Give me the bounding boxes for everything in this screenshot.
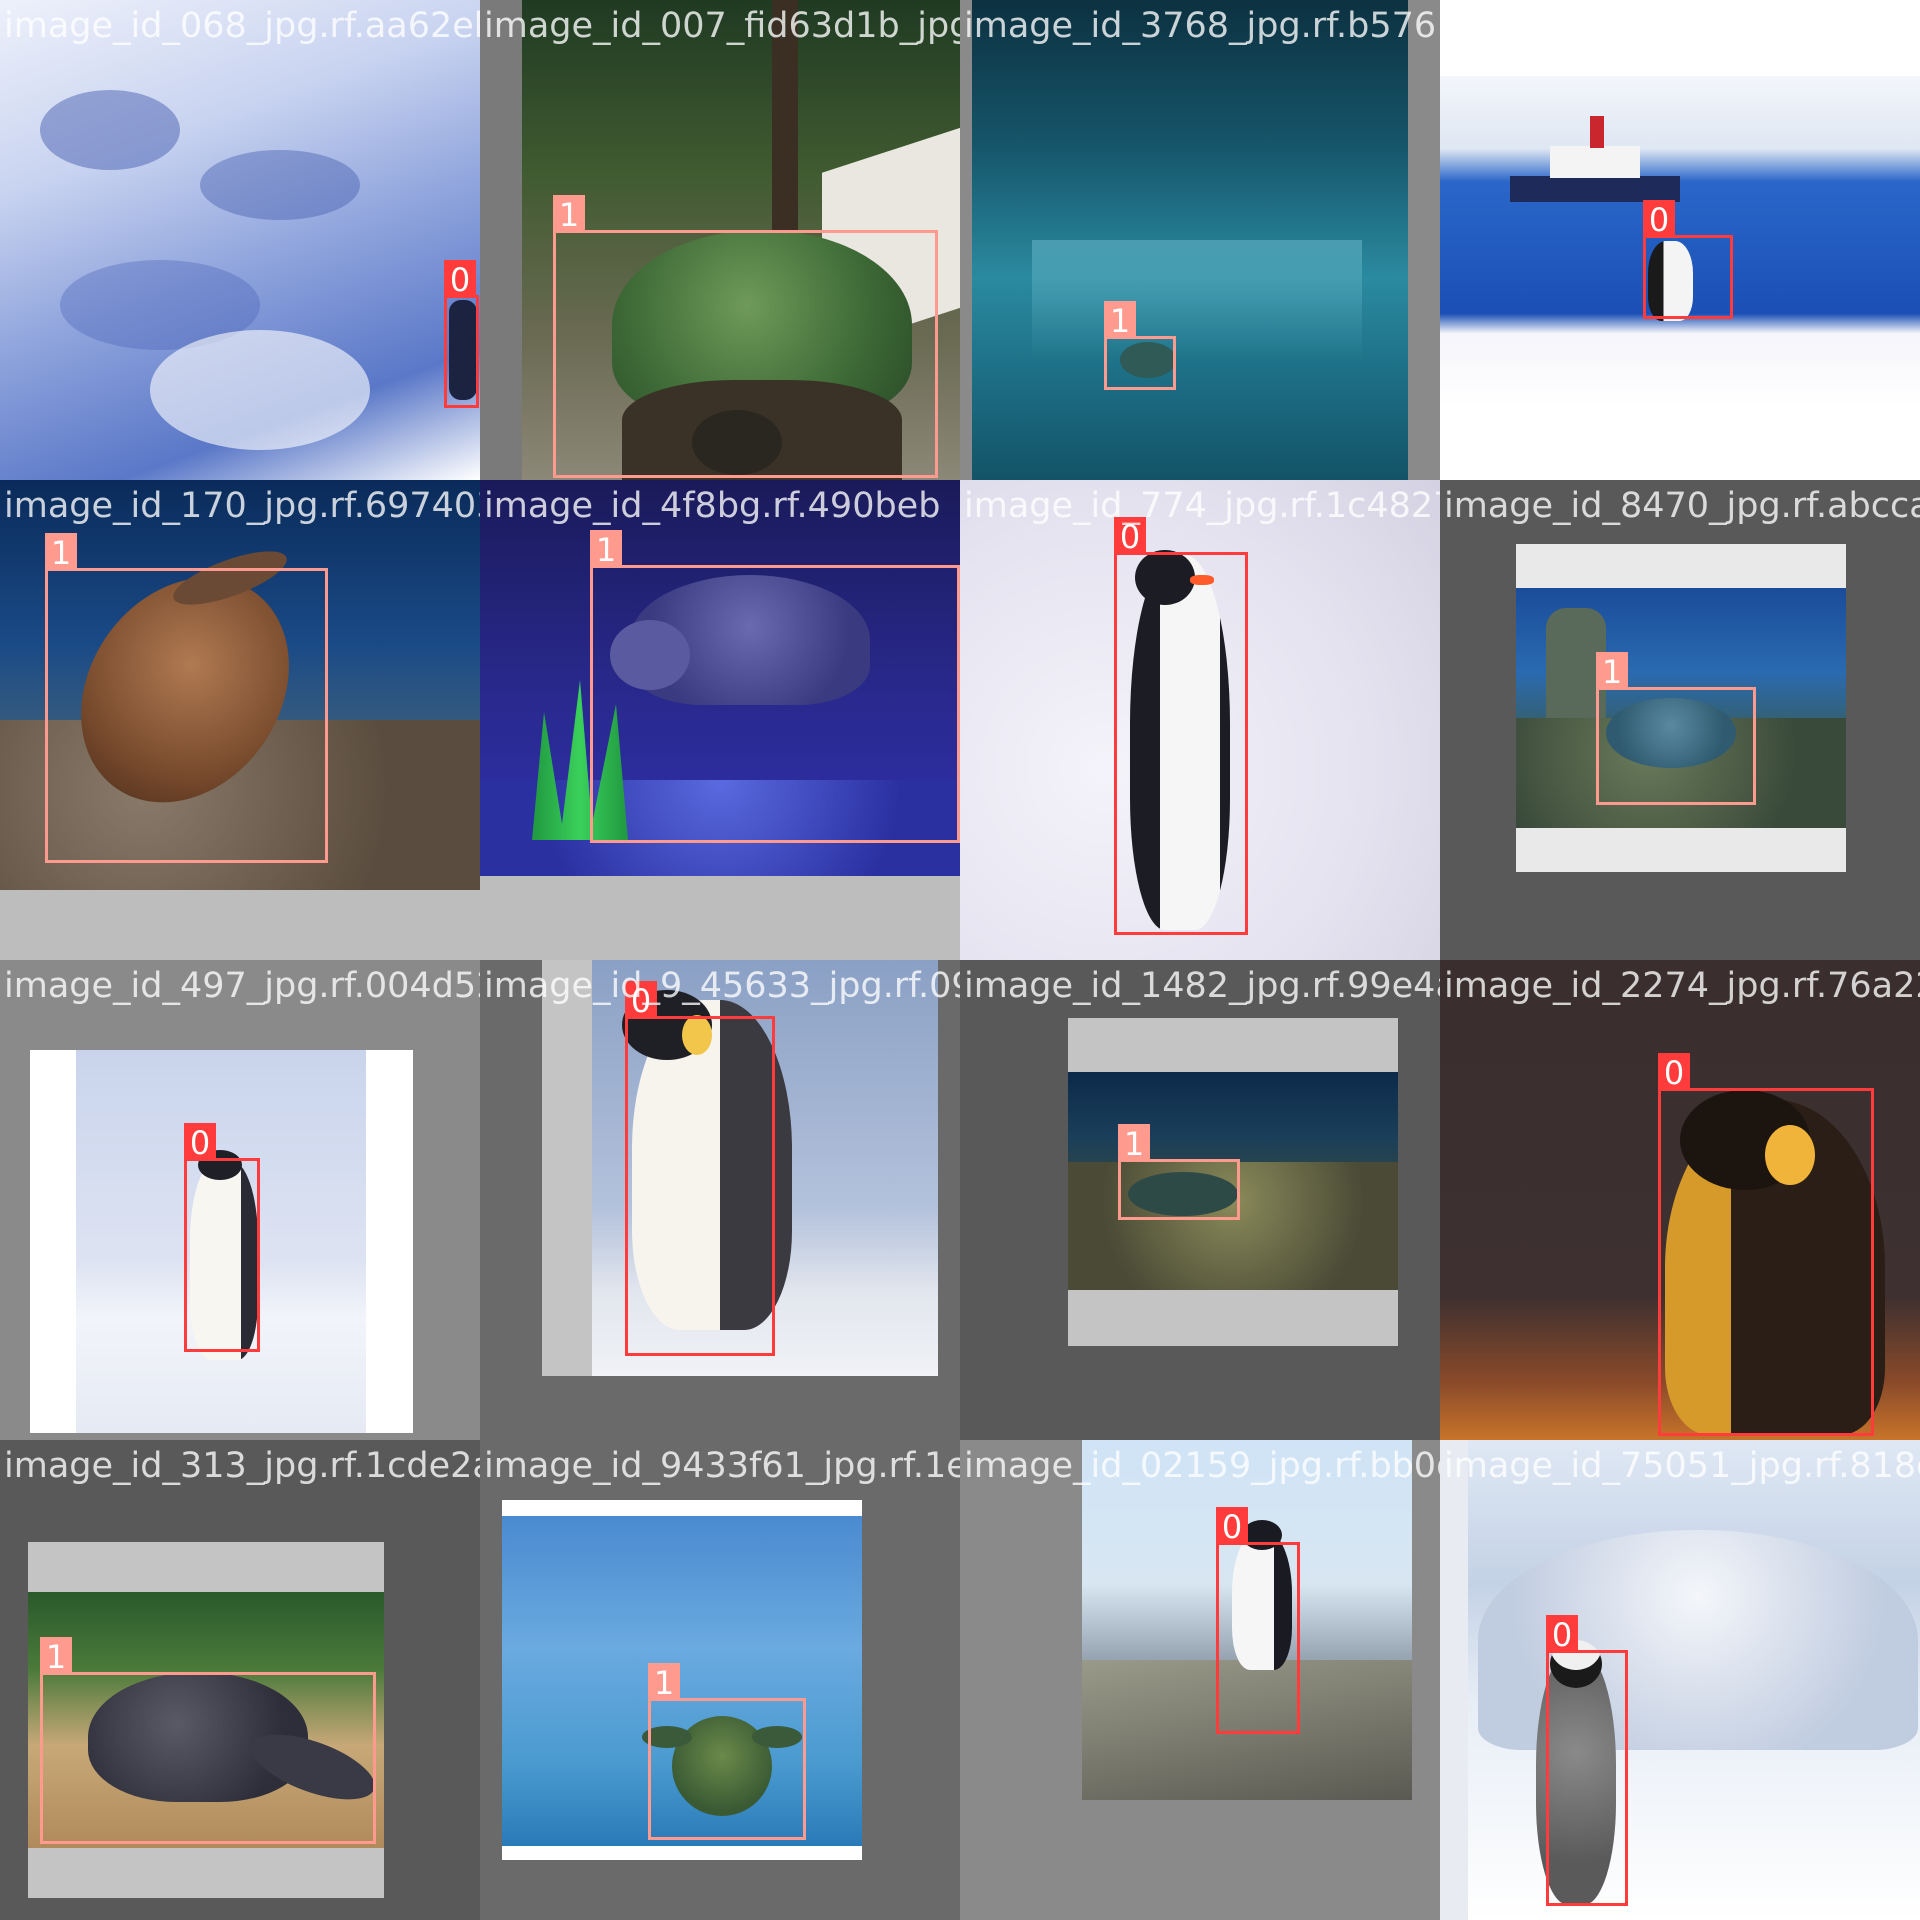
mosaic-tile: 0 image_id_75051_jpg.rf.818cb0 (1440, 1440, 1920, 1920)
class-label: 1 (40, 1637, 72, 1676)
class-label: 1 (648, 1663, 680, 1702)
bbox-penguin[interactable]: 0 (1546, 1615, 1628, 1906)
tree-trunk (772, 0, 798, 240)
bbox-turtle[interactable]: 1 (1596, 652, 1756, 805)
class-label: 0 (625, 981, 657, 1020)
class-label: 0 (1643, 200, 1675, 239)
ship-funnel (1590, 116, 1604, 148)
class-label: 1 (1596, 652, 1628, 691)
mosaic-tile: 1 image_id_313_jpg.rf.1cde2a (0, 1440, 480, 1920)
bbox-penguin[interactable]: 0 (1114, 517, 1248, 935)
tile-photo (1468, 1440, 1920, 1920)
tile-photo (0, 0, 480, 480)
mosaic-tile: 1 image_id_8470_jpg.rf.abccaf (1440, 480, 1920, 960)
bbox-penguin[interactable]: 0 (625, 981, 775, 1356)
mosaic-tile: 1 image_id_3768_jpg.rf.b5761 (960, 0, 1440, 480)
class-label: 1 (1118, 1124, 1150, 1163)
snow-shadow (200, 150, 360, 220)
class-label: 1 (1104, 301, 1136, 340)
bbox-turtle[interactable]: 1 (1118, 1124, 1240, 1220)
class-label: 1 (590, 530, 622, 569)
mosaic-tile: 0 image_id_497_jpg.rf.004d52 (0, 960, 480, 1440)
bbox-turtle[interactable]: 1 (45, 533, 328, 863)
bbox-penguin[interactable]: 0 (1216, 1507, 1300, 1734)
bbox-turtle[interactable]: 1 (553, 195, 938, 478)
class-label: 0 (444, 260, 476, 299)
ship-hull (1510, 176, 1680, 202)
ship-superstructure (1550, 146, 1640, 178)
mosaic-tile: 0 image_id_9_45633_jpg.rf.099e1 (480, 960, 960, 1440)
bbox-turtle[interactable]: 1 (590, 530, 960, 843)
class-label: 0 (1114, 517, 1146, 556)
bbox-penguin[interactable]: 0 (1643, 200, 1733, 319)
bbox-turtle[interactable]: 1 (648, 1663, 806, 1840)
class-label: 0 (1216, 1507, 1248, 1546)
detection-mosaic: 0 image_id_068_jpg.rf.aa62eb 1 image_id_… (0, 0, 1920, 1920)
class-label: 0 (184, 1123, 216, 1162)
mosaic-tile: 1 image_id_9433f61_jpg.rf.1e424f (480, 1440, 960, 1920)
mosaic-tile: 0 image_id_73287_jpg.rf.70674 (1440, 0, 1920, 480)
mosaic-tile: 0 image_id_2274_jpg.rf.76a223 (1440, 960, 1920, 1440)
bbox-turtle[interactable]: 1 (1104, 301, 1176, 390)
class-label: 0 (1658, 1053, 1690, 1092)
bbox-penguin[interactable]: 0 (1658, 1053, 1874, 1436)
bbox-turtle[interactable]: 1 (40, 1637, 376, 1844)
bbox-penguin[interactable]: 0 (184, 1123, 260, 1352)
mosaic-tile: 1 image_id_1482_jpg.rf.99e4aa (960, 960, 1440, 1440)
mosaic-tile: 0 image_id_068_jpg.rf.aa62eb (0, 0, 480, 480)
class-label: 1 (553, 195, 585, 234)
mosaic-tile: 0 image_id_774_jpg.rf.1c4827 (960, 480, 1440, 960)
mosaic-tile: 0 image_id_02159_jpg.rf.bb0d12 (960, 1440, 1440, 1920)
class-label: 1 (45, 533, 77, 572)
mosaic-tile: 1 image_id_170_jpg.rf.697403 (0, 480, 480, 960)
mosaic-tile: 1 image_id_007_fid63d1b_jpg.rf.dd8ceb (480, 0, 960, 480)
tile-photo (972, 0, 1408, 480)
snow-shadow (40, 90, 180, 170)
bbox-penguin[interactable]: 0 (444, 260, 479, 408)
light-rays (1032, 240, 1362, 360)
snow-highlight (150, 330, 370, 450)
mosaic-tile: 1 image_id_4f8bg.rf.490beb (480, 480, 960, 960)
class-label: 0 (1546, 1615, 1578, 1654)
